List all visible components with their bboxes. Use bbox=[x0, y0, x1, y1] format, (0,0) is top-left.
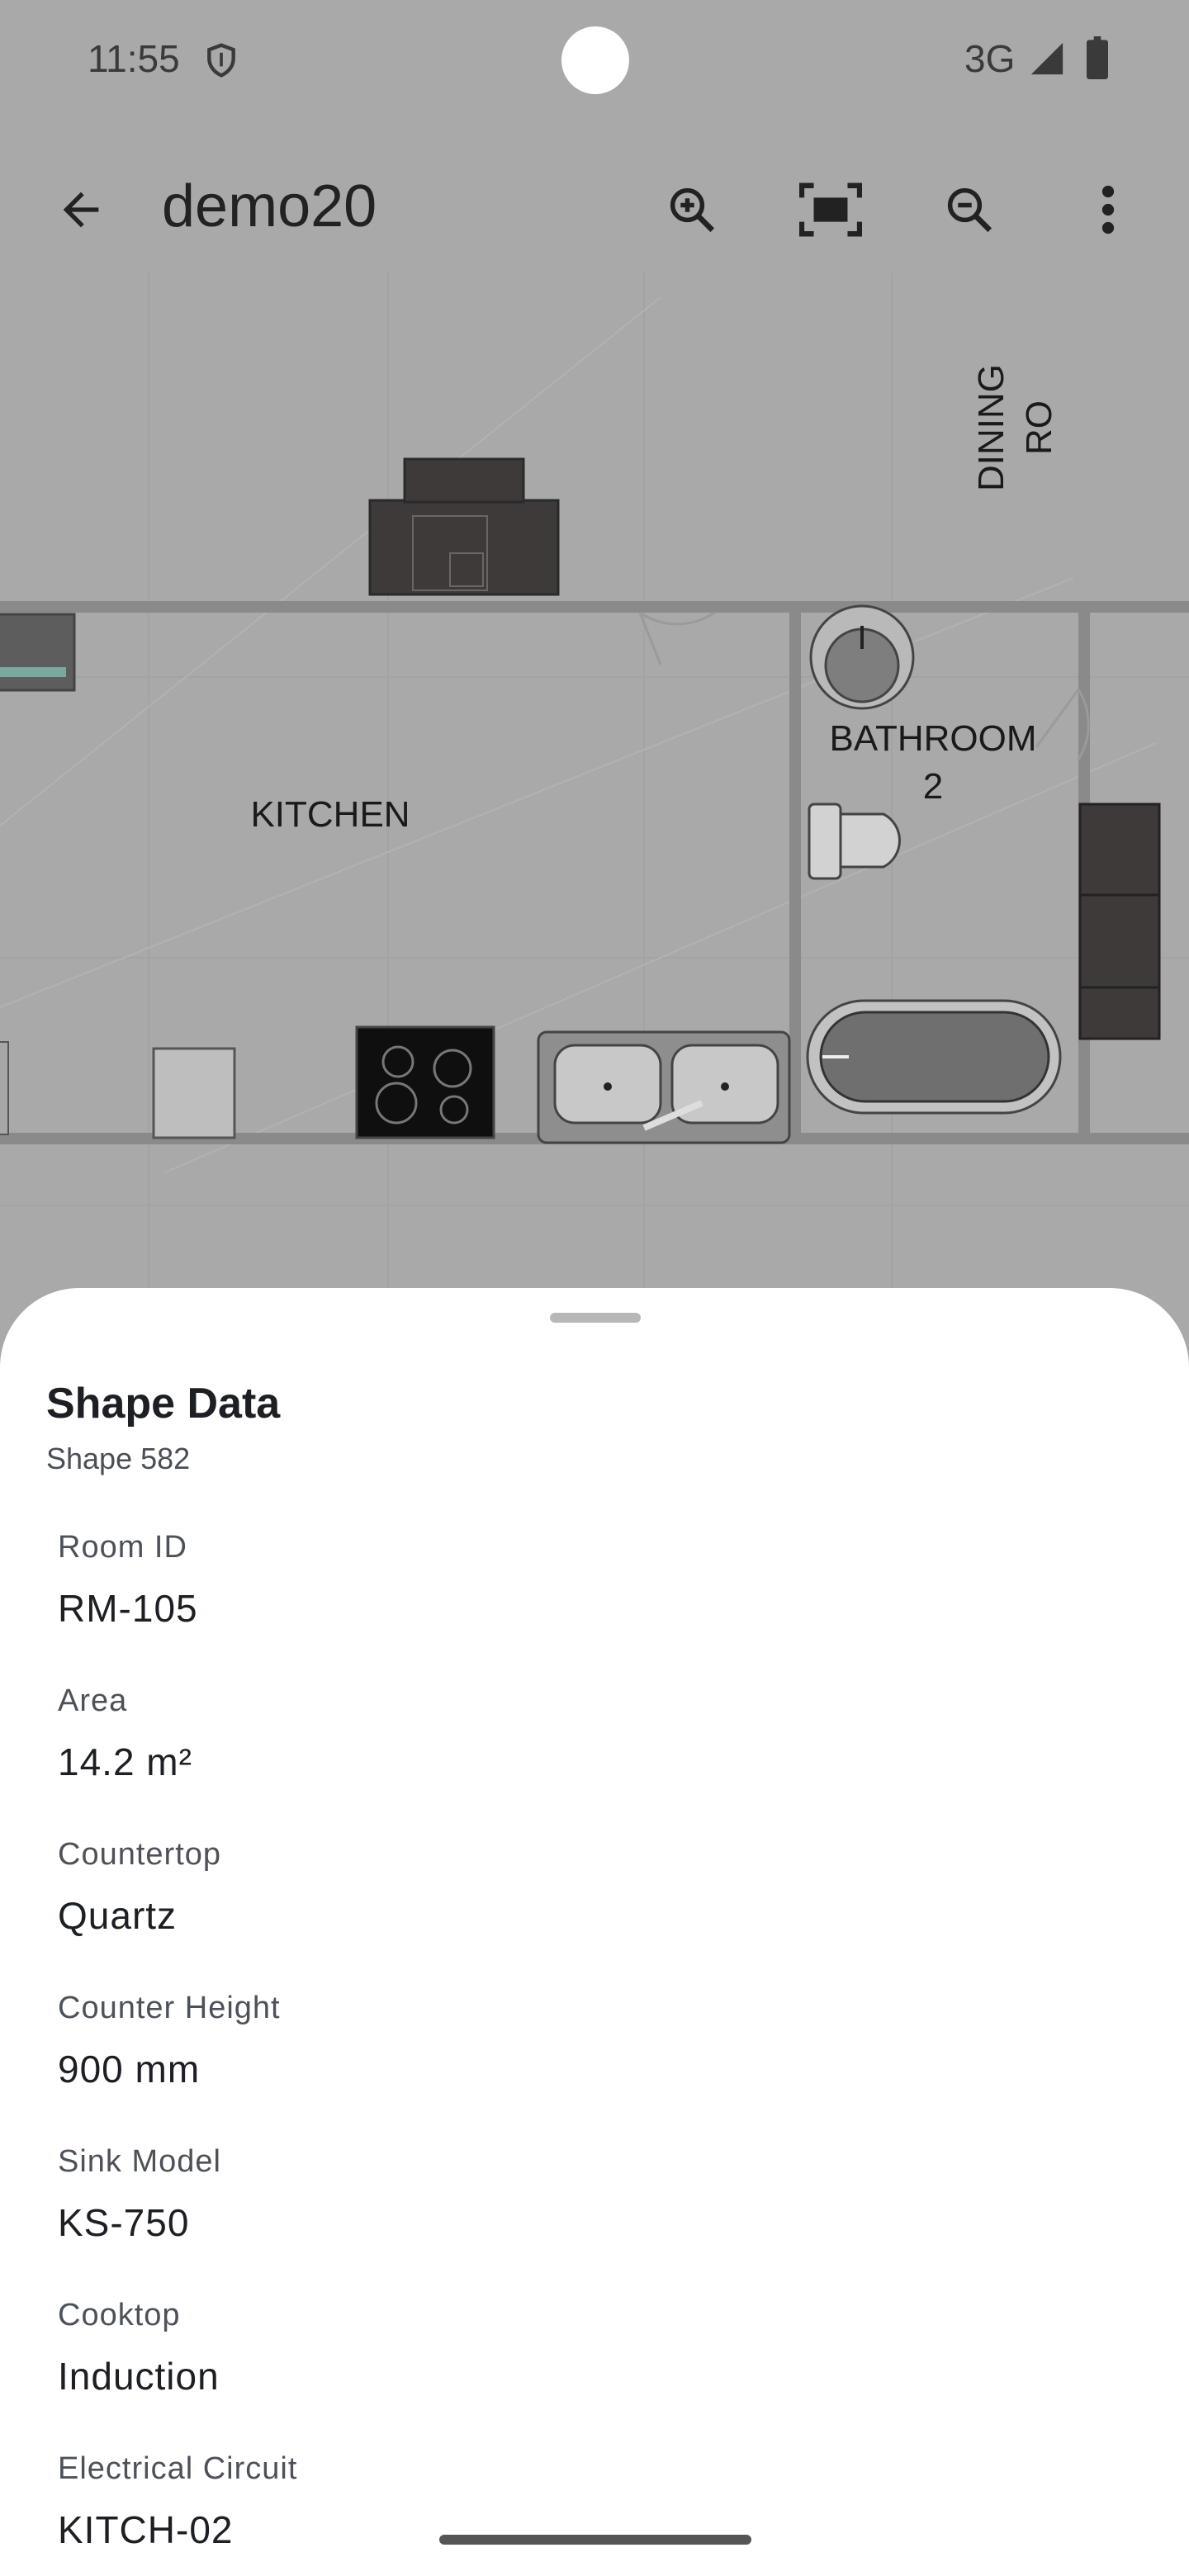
dresser bbox=[368, 457, 560, 596]
field-value: Induction bbox=[58, 2355, 220, 2398]
field-countertop: Countertop Quartz bbox=[58, 1835, 1131, 1939]
field-cooktop: Cooktop Induction bbox=[58, 2295, 1131, 2399]
field-label: Counter Height bbox=[58, 1991, 281, 2025]
shape-data-sheet: Shape Data Shape 582 Room ID RM-105 Area… bbox=[0, 1288, 1189, 2576]
room-label-bathroom[interactable]: BATHROOM 2 bbox=[809, 715, 1057, 811]
signal-icon bbox=[1027, 40, 1067, 82]
field-label: Cooktop bbox=[58, 2298, 181, 2332]
field-counter-height: Counter Height 900 mm bbox=[58, 1988, 1131, 2092]
fit-screen-icon[interactable] bbox=[791, 170, 870, 249]
field-value: 900 mm bbox=[58, 2048, 201, 2091]
field-label: Electrical Circuit bbox=[58, 2451, 298, 2486]
edge-cabinet bbox=[0, 1041, 9, 1135]
sheet-subtitle: Shape 582 bbox=[46, 1442, 191, 1475]
camera-cutout bbox=[561, 26, 629, 94]
field-value: Quartz bbox=[58, 1894, 178, 1937]
room-label-dining[interactable]: DINING RO bbox=[968, 337, 1063, 519]
room-label-bathroom-line1: BATHROOM bbox=[829, 718, 1037, 759]
app-bar: demo20 bbox=[0, 157, 1189, 264]
field-label: Room ID bbox=[58, 1530, 187, 1565]
page-title: demo20 bbox=[162, 173, 377, 239]
dishwasher bbox=[152, 1047, 236, 1139]
gesture-nav-pill[interactable] bbox=[439, 2535, 751, 2545]
more-vert-icon[interactable] bbox=[1068, 170, 1148, 249]
status-time: 11:55 bbox=[88, 37, 180, 80]
sheet-title: Shape Data bbox=[46, 1380, 281, 1428]
status-bar: 11:55 3G bbox=[0, 0, 1189, 124]
zoom-in-icon[interactable] bbox=[652, 170, 732, 249]
field-value: KITCH-02 bbox=[58, 2508, 234, 2551]
bathroom-sink bbox=[809, 604, 915, 710]
field-label: Area bbox=[58, 1683, 128, 1718]
field-value: 14.2 m² bbox=[58, 1740, 192, 1783]
field-value: RM-105 bbox=[58, 1587, 198, 1630]
room-label-bathroom-line2: 2 bbox=[922, 766, 944, 807]
shield-icon bbox=[203, 41, 239, 83]
zoom-out-icon[interactable] bbox=[930, 170, 1009, 249]
back-arrow-icon[interactable] bbox=[41, 170, 121, 249]
sheet-drag-handle[interactable] bbox=[550, 1313, 641, 1323]
field-room-id: Room ID RM-105 bbox=[58, 1527, 1131, 1631]
field-value: KS-750 bbox=[58, 2201, 190, 2244]
range-hood bbox=[0, 613, 76, 692]
field-label: Countertop bbox=[58, 1837, 222, 1872]
room-label-kitchen[interactable]: KITCHEN bbox=[215, 791, 446, 839]
field-label: Sink Model bbox=[58, 2144, 221, 2179]
bathtub bbox=[806, 999, 1062, 1115]
field-sink-model: Sink Model KS-750 bbox=[58, 2142, 1131, 2246]
network-type: 3G bbox=[964, 37, 1016, 80]
wardrobe bbox=[1078, 803, 1161, 1040]
double-sink bbox=[537, 1030, 791, 1144]
field-area: Area 14.2 m² bbox=[58, 1681, 1131, 1785]
toilet bbox=[808, 803, 902, 880]
cooktop-appliance bbox=[355, 1025, 495, 1139]
battery-icon bbox=[1085, 36, 1110, 83]
